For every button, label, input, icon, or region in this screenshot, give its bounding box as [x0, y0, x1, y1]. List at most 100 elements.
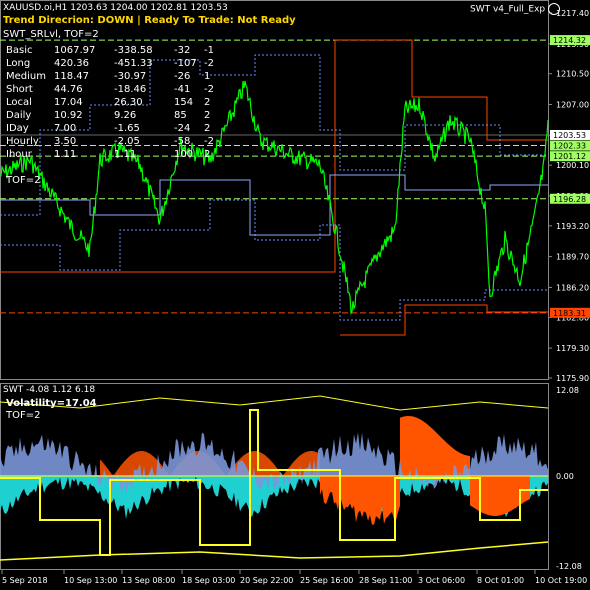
stats-cell: -26: [174, 71, 191, 82]
stats-cell: 1067.97: [54, 45, 96, 56]
sub-title: SWT -4.08 1.12 6.18: [3, 385, 96, 395]
time-tick-label: 25 Sep 16:00: [300, 576, 353, 585]
stats-cell: -2: [204, 136, 214, 147]
stats-cell: -2: [204, 58, 214, 69]
stats-cell: Local: [6, 97, 32, 108]
time-tick-label: 20 Sep 22:00: [240, 576, 293, 585]
stats-cell: 100: [174, 149, 194, 160]
time-tick-label: 10 Oct 19:00: [535, 576, 587, 585]
price-marker-label: 1183.31: [553, 309, 586, 318]
stats-cell: Long: [6, 58, 31, 69]
time-tick-label: 8 Oct 01:00: [477, 576, 524, 585]
stats-row: Medium 118.47 -30.97 -26 1: [6, 70, 224, 83]
lower-band-line: [0, 199, 548, 321]
stats-row: Local 17.04 26.30 154 2: [6, 96, 224, 109]
stats-cell: 2: [204, 149, 211, 160]
stats-cell: 1: [204, 71, 211, 82]
stats-cell: 2: [204, 123, 211, 134]
stats-cell: -338.58: [114, 45, 153, 56]
stats-cell: -1: [204, 45, 214, 56]
stats-cell: -1.65: [114, 123, 140, 134]
time-tick-label: 28 Sep 11:00: [359, 576, 412, 585]
mid-band-line: [0, 174, 548, 236]
stats-cell: 10.92: [54, 110, 83, 121]
price-marker-label: 1214.32: [553, 36, 586, 45]
stats-cell: -18.46: [114, 84, 147, 95]
orange-area: [320, 476, 400, 525]
stats-cell: 9.26: [114, 110, 137, 121]
stats-row: IDay 7.00 -1.65 -24 2: [6, 122, 224, 135]
time-tick-label: 5 Sep 2018: [2, 576, 48, 585]
price-tick-label: 1217.40: [556, 9, 589, 18]
stats-cell: -41: [174, 84, 191, 95]
stats-table: Basic 1067.97 -338.58 -32 -1 Long 420.36 -451.3…: [6, 44, 224, 161]
stats-row: Short 44.76 -18.46 -41 -2: [6, 83, 224, 96]
stats-cell: IDay: [6, 123, 29, 134]
stats-cell: Ihour: [6, 149, 32, 160]
stats-cell: 17.04: [54, 97, 83, 108]
price-tick-label: 1210.50: [556, 70, 589, 79]
price-tick-label: 1189.70: [556, 253, 589, 262]
price-tick-label: 1207.00: [556, 100, 589, 109]
trend-line: Trend Direcrion: DOWN | Ready To Trade: …: [3, 15, 296, 26]
price-tick-label: 1175.90: [556, 374, 589, 383]
orange-area: [400, 416, 470, 476]
sub-tick-label: 0.00: [556, 472, 574, 481]
smiley-icon[interactable]: [548, 3, 561, 15]
stats-cell: 420.36: [54, 58, 89, 69]
tof-label: TOF=2: [6, 175, 41, 186]
stats-row: Basic 1067.97 -338.58 -32 -1: [6, 44, 224, 57]
ready-value: Not Ready: [237, 15, 296, 26]
stats-cell: 26.30: [114, 97, 143, 108]
stats-cell: 2: [204, 97, 211, 108]
price-tick-label: 1193.20: [556, 222, 589, 231]
stats-cell: -2.05: [114, 136, 140, 147]
swt-srlvl-label: SWT_SRLvl, TOF=2: [3, 29, 99, 40]
price-tick-label: 1186.20: [556, 283, 589, 292]
sub-tof-label: TOF=2: [6, 410, 41, 421]
stats-cell: 44.76: [54, 84, 83, 95]
stats-cell: 154: [174, 97, 194, 108]
ready-label: Ready To Trade:: [144, 15, 234, 26]
time-tick-label: 18 Sep 03:00: [182, 576, 235, 585]
stats-cell: 3.50: [54, 136, 77, 147]
stats-cell: 2: [204, 110, 211, 121]
price-tick-label: 1179.30: [556, 344, 589, 353]
stats-cell: 1.11: [54, 149, 77, 160]
stats-cell: Hourly: [6, 136, 39, 147]
stats-cell: -107: [174, 58, 197, 69]
indicator-title: SWT v4_Full_Exp: [470, 3, 561, 15]
volatility-label: Volatility=17.04: [6, 398, 97, 409]
stats-cell: -32: [174, 45, 191, 56]
price-tick-label: 1200.10: [556, 161, 589, 170]
price-marker-label: 1203.53: [553, 131, 586, 140]
cyan-area: [0, 476, 330, 520]
indicator-name: SWT v4_Full_Exp: [470, 4, 546, 15]
stats-row: Daily 10.92 9.26 85 2: [6, 109, 224, 122]
stats-cell: -451.33: [114, 58, 153, 69]
stats-row: Long 420.36 -451.33 -107 -2: [6, 57, 224, 70]
sub-tick-label: 12.08: [556, 386, 579, 395]
stats-cell: Medium: [6, 71, 46, 82]
symbol-info: XAUUSD.oi,H1 1203.63 1204.00 1202.81 120…: [3, 3, 228, 13]
time-tick-label: 10 Sep 13:00: [64, 576, 117, 585]
price-marker-label: 1201.12: [553, 152, 586, 161]
stats-cell: Basic: [6, 45, 33, 56]
time-tick-label: 3 Oct 06:00: [418, 576, 465, 585]
stats-cell: 118.47: [54, 71, 89, 82]
stats-cell: Daily: [6, 110, 32, 121]
stats-cell: -30.97: [114, 71, 147, 82]
stats-cell: -2: [204, 84, 214, 95]
stats-cell: -58: [174, 136, 191, 147]
trend-value: DOWN: [97, 15, 134, 26]
price-marker-label: 1202.33: [553, 142, 586, 151]
price-marker-label: 1196.28: [553, 195, 586, 204]
lower-yellow-line: [0, 541, 549, 561]
trend-separator: |: [137, 15, 141, 26]
time-tick-label: 13 Sep 08:00: [122, 576, 175, 585]
sub-tick-label: -12.08: [556, 562, 582, 571]
stats-cell: 85: [174, 110, 187, 121]
trend-label: Trend Direcrion:: [3, 15, 94, 26]
stats-row: Hourly 3.50 -2.05 -58 -2: [6, 135, 224, 148]
stats-cell: 7.00: [54, 123, 77, 134]
